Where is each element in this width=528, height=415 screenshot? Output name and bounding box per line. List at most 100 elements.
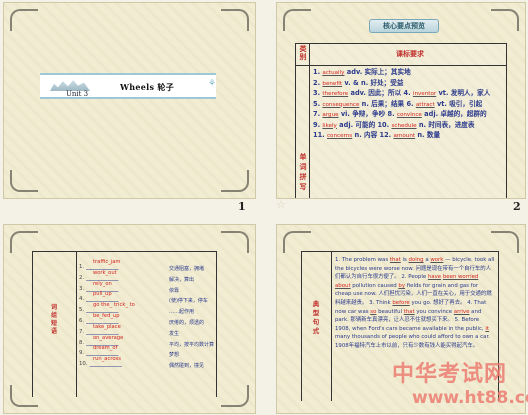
phrase-meaning: 厌倦的，烦透的: [169, 319, 205, 326]
corner-ornament: [491, 9, 519, 31]
answer-text: schedule: [391, 122, 417, 129]
answer-text: attract: [415, 101, 435, 108]
item-number: 2.: [313, 78, 323, 87]
category-label: 典型句式: [312, 300, 320, 335]
tree-icon: ⚘: [208, 79, 217, 89]
vocab-item: 1. actually adv. 实际上；其实地: [313, 68, 505, 79]
answer-text: have: [427, 274, 442, 281]
item-number: 1.: [79, 264, 85, 270]
item-number: 11.: [313, 131, 327, 139]
corner-ornament: [221, 231, 249, 253]
item-number: 9.: [79, 350, 85, 357]
star-icon: ☆: [276, 198, 286, 211]
answer-text: go the_ trick_ to: [93, 302, 135, 309]
answer-text: inventor: [412, 91, 437, 97]
answer-text: take_place: [93, 323, 121, 330]
sentence-segment: beautiful: [376, 308, 404, 315]
table-header: 课标要求: [396, 50, 424, 58]
vocab-item: 11. concerns n. 内容 12. amount n. 数量: [313, 131, 505, 142]
item-number: 8.: [79, 339, 85, 346]
watermark-url: www.ht88.com: [412, 388, 528, 408]
item-number: 10.: [79, 361, 88, 368]
answer-text: arrive: [453, 308, 470, 315]
vocab-item: 3. therefore adv. 因此；所以 4. inventor vt. …: [313, 89, 505, 100]
sentence-segment: pollution caused: [350, 282, 399, 289]
title-banner: Unit 3 Wheels 轮子 ⚘: [40, 73, 216, 99]
slide-number: 1: [238, 200, 246, 213]
slide-3-thumbnail[interactable]: 词组短语 1. ____________ traffic_jam 交通阻塞，拥堵 2. _…: [3, 224, 256, 414]
category-label: 词组短语: [50, 304, 57, 335]
category-label: 单词拼写: [299, 153, 307, 191]
item-number: 3.: [79, 285, 85, 292]
sentence-segment: — bicycle.: [443, 257, 475, 263]
watermark-text: 中华考试网: [392, 362, 508, 387]
item-number: 6.: [79, 317, 85, 324]
vocab-table: 类别 单词拼写 课标要求 1. actually adv. 实际上；其实地 2. …: [295, 43, 507, 198]
answer-text: pull_up: [93, 291, 112, 298]
answer-text: likely: [322, 122, 337, 129]
item-definition: v. & n. 好处；受益: [342, 78, 404, 87]
item-number: 2.: [79, 274, 85, 281]
item-number: 1.: [313, 68, 323, 76]
answer-text: amount: [393, 133, 416, 139]
corner-ornament: [221, 170, 249, 192]
item-number: 3.: [313, 89, 323, 97]
corner-ornament: [221, 9, 249, 31]
item-definition: adj. 卓越的，超群的: [421, 110, 487, 118]
phrase-meaning: 依靠: [169, 287, 180, 294]
phrase-meaning: 偶然碰到，撞见: [169, 363, 205, 370]
phrase-meaning: 平均，按平均数计算: [169, 341, 215, 348]
corner-ornament: [10, 9, 38, 31]
item-definition: adv. 因此；所以 4.: [348, 89, 413, 97]
phrase-meaning: 发生: [169, 330, 180, 337]
answer-text: doing: [408, 257, 424, 263]
sentence-segment: 3. Think: [369, 299, 393, 306]
sentence-segment: 2. People: [401, 274, 428, 281]
answer-text: run_across: [93, 356, 121, 363]
answer-text: work: [430, 257, 444, 263]
category-header: 类别: [299, 45, 307, 61]
item-number: 4.: [79, 296, 85, 303]
answer-text: work_out: [93, 269, 117, 276]
item-definition: n. 内容 12.: [352, 131, 394, 139]
answer-text: actually: [322, 70, 345, 76]
phrase-table: 词组短语 1. ____________ traffic_jam 交通阻塞，拥堵 2. _…: [32, 251, 217, 397]
answer-text: traffic_jam: [93, 259, 121, 265]
answer-text: before: [392, 299, 410, 306]
item-number: 7.: [79, 328, 85, 335]
vocab-list: 1. actually adv. 实际上；其实地 2. benefit v. & …: [313, 68, 505, 142]
corner-ornament: [491, 231, 519, 253]
phrase-meaning: (使)停下来，停车: [169, 298, 208, 305]
vocab-item: 7. argue vi. 争辩，争吵 8. convince adj. 卓越的，…: [313, 110, 505, 121]
answer-text: rely_on: [93, 280, 112, 287]
slide-2-thumbnail[interactable]: 核心要点预览 类别 单词拼写 课标要求 1. actually adv. 实际上…: [276, 2, 526, 199]
slide-1-thumbnail[interactable]: Unit 3 Wheels 轮子 ⚘: [3, 2, 256, 199]
phrase-meaning: 梦想: [169, 352, 180, 359]
phrase-item: 10. ____________ run_across 偶然碰到，撞见: [79, 356, 215, 372]
answer-text: concerns: [326, 133, 353, 139]
section-badge: 核心要点预览: [369, 19, 439, 33]
site-watermark: 中华考试网 www.ht88.com: [392, 356, 528, 414]
item-definition: vi. 争辩，争吵 8.: [338, 110, 397, 118]
item-number: 7.: [313, 110, 323, 118]
sentence-segment: you go. 想好了再去。: [409, 299, 468, 306]
item-definition: vt. 吸引，引起: [434, 99, 483, 108]
sentence-segment: is: [400, 257, 409, 263]
answer-text: argue: [322, 112, 339, 118]
corner-ornament: [221, 385, 249, 407]
answer-text: dream_of: [93, 345, 118, 352]
sentence-segment: 1908年福特汽车上市以前，只有少数有钱人能买得起汽车。: [335, 342, 479, 349]
answer-text: on_average: [93, 334, 124, 341]
item-number: 9.: [313, 120, 323, 129]
vocab-item: 9. likely adj. 可能的 10. schedule n. 时间表，进…: [313, 121, 505, 132]
answer-text: therefore: [322, 91, 349, 97]
phrase-meaning: 解决，算出: [169, 276, 195, 283]
answer-text: that: [403, 308, 415, 315]
answer-text: that: [389, 257, 401, 263]
answer-text: be_fed_up: [93, 312, 120, 319]
sentence-segment: many thousands of people who could affor…: [335, 334, 490, 341]
slide-title: Wheels 轮子: [120, 82, 175, 92]
vocab-item: 2. benefit v. & n. 好处；受益: [313, 79, 505, 90]
vocab-item: 5. consequence n. 后果；结果 6. attract vt. 吸…: [313, 100, 505, 111]
answer-text: it: [485, 325, 489, 332]
